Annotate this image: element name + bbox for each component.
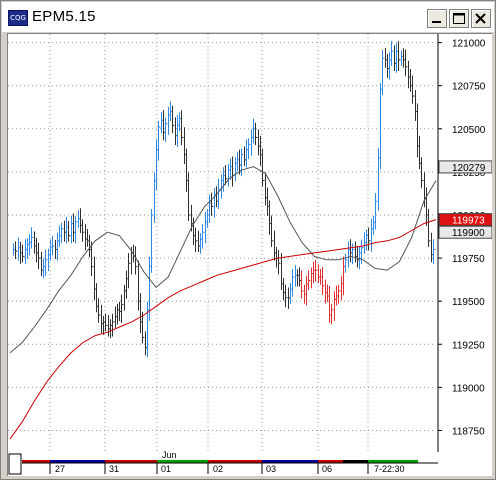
price-bar <box>391 41 394 66</box>
close-button[interactable] <box>471 9 491 28</box>
y-tick-label: 119500 <box>452 297 485 308</box>
price-bar <box>82 219 85 242</box>
price-bar <box>31 227 34 249</box>
price-bar <box>405 49 408 77</box>
price-bar <box>375 193 378 230</box>
price-bar <box>368 227 371 251</box>
price-bar <box>121 294 124 323</box>
price-bar <box>301 270 304 299</box>
y-tick-label: 118750 <box>452 426 485 437</box>
price-bar <box>188 172 191 222</box>
price-bar <box>105 313 108 332</box>
price-bar <box>248 138 251 159</box>
x-tick-label: 31 <box>109 464 119 474</box>
price-bar <box>151 208 154 273</box>
price-bar <box>428 208 431 247</box>
price-bar <box>142 311 145 344</box>
price-bar <box>433 239 436 265</box>
price-bar <box>181 110 184 146</box>
price-bar <box>172 105 175 134</box>
title-bar[interactable]: CQG EPM5.15 <box>2 2 494 32</box>
moving-average-red-line <box>9 219 437 440</box>
price-bar <box>38 242 41 270</box>
price-bar <box>331 303 334 325</box>
x-tick-label: 06 <box>322 464 332 474</box>
price-bar <box>322 266 325 296</box>
y-tick-label: 119250 <box>452 340 485 351</box>
price-bar <box>315 259 318 282</box>
minimize-icon <box>432 21 441 23</box>
price-bar <box>91 241 94 277</box>
price-bar <box>308 270 311 290</box>
time-axis-background <box>8 452 492 476</box>
app-icon-text: CQG <box>10 14 26 22</box>
price-bar <box>232 156 235 187</box>
price-bar <box>61 222 64 244</box>
price-bar <box>98 298 101 323</box>
price-bar <box>22 244 25 263</box>
y-tick-label: 119750 <box>452 254 485 265</box>
x-tick-label: 02 <box>213 464 223 474</box>
close-icon <box>475 13 486 24</box>
last-price-label-text: 120279 <box>452 163 486 174</box>
price-bar <box>352 243 355 265</box>
price-bar <box>75 215 78 244</box>
x-tick-label: 03 <box>266 464 276 474</box>
cqg-app-icon[interactable]: CQG <box>8 10 28 26</box>
price-bar <box>158 121 161 161</box>
chart-area[interactable]: 1210001207501205001202501200001197501195… <box>7 33 492 476</box>
price-bar <box>262 148 265 187</box>
moving-average-gray-line <box>9 166 437 354</box>
y-tick-label: 120500 <box>452 125 486 136</box>
price-bar <box>68 221 71 242</box>
price-bar <box>345 253 348 273</box>
price-bar <box>398 41 401 72</box>
price-bar <box>382 50 385 96</box>
y-tick-label: 121000 <box>452 39 486 50</box>
price-chart[interactable]: 1210001207501205001202501200001197501195… <box>8 34 492 476</box>
x-tick-label: 27 <box>55 464 65 474</box>
x-month-label: Jun <box>162 450 177 460</box>
maximize-icon <box>453 13 465 24</box>
price-bar <box>128 253 131 289</box>
price-bar <box>412 75 415 104</box>
price-bar <box>112 313 115 337</box>
chart-window: CQG EPM5.15 1210001207501205001202501200… <box>0 0 496 480</box>
price-bar <box>202 224 205 249</box>
price-bar <box>380 83 383 170</box>
price-bar <box>45 249 48 277</box>
gray-ma-price-label-text: 119900 <box>452 228 485 239</box>
price-bar <box>292 268 295 297</box>
price-bar <box>218 178 221 209</box>
price-bar <box>165 117 168 142</box>
price-bar <box>255 122 258 146</box>
y-tick-label: 120750 <box>452 82 486 93</box>
y-tick-label: 119000 <box>452 383 485 394</box>
price-bar <box>241 148 244 177</box>
maximize-button[interactable] <box>449 9 469 28</box>
x-tick-label: 7-22:30 <box>374 464 405 474</box>
x-tick-label: 01 <box>161 464 171 474</box>
minimize-button[interactable] <box>427 9 447 28</box>
price-bar <box>271 215 274 247</box>
price-bar <box>15 241 18 259</box>
price-bar <box>211 192 214 216</box>
price-bar <box>52 235 55 256</box>
window-title: EPM5.15 <box>32 8 96 25</box>
red-ma-price-label-text: 119973 <box>452 216 485 227</box>
price-bar <box>421 157 424 189</box>
time-scroll-box <box>8 453 22 475</box>
price-bar <box>278 249 281 275</box>
price-bar <box>285 284 288 308</box>
price-bar <box>195 227 198 253</box>
